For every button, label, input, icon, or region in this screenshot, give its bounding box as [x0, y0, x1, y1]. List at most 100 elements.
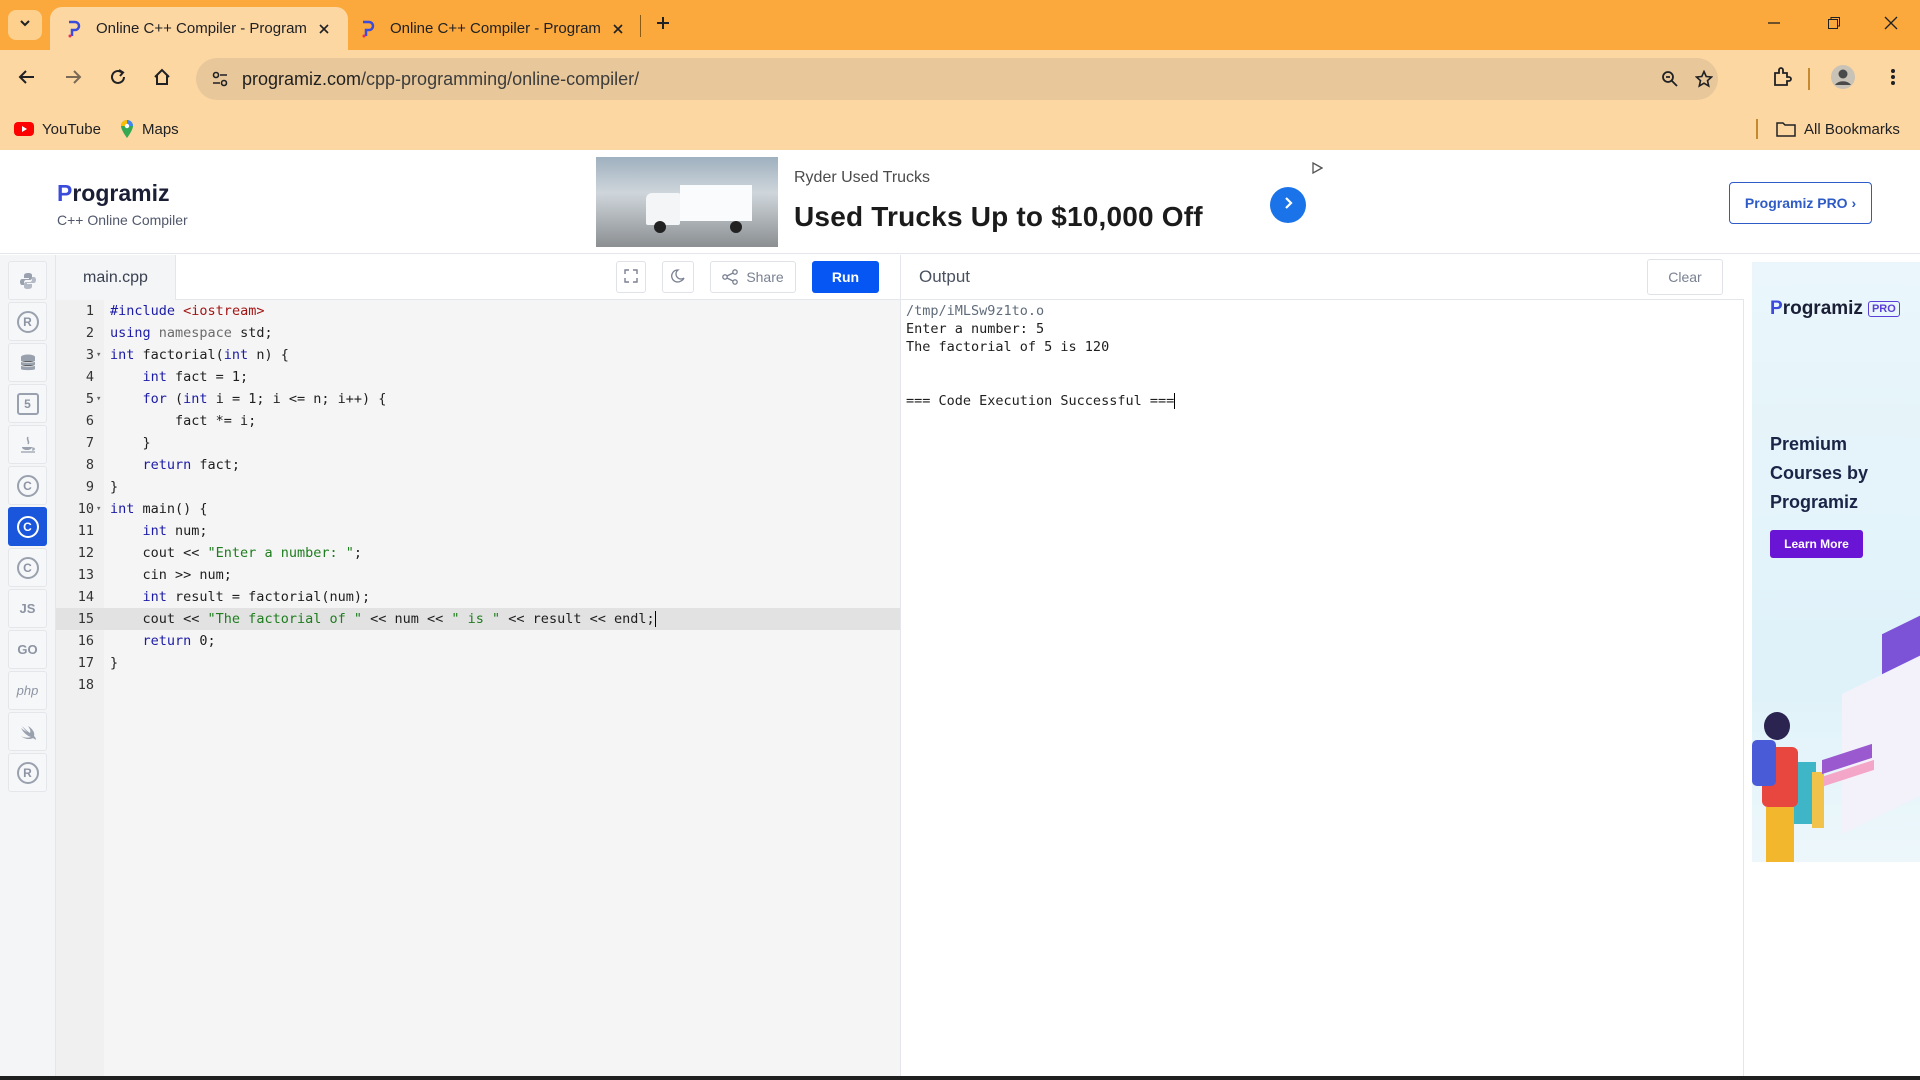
language-rust-button[interactable]: R: [8, 753, 47, 792]
ad-open-button[interactable]: [1270, 187, 1306, 223]
truck-wheel: [730, 221, 742, 233]
code-line[interactable]: 4 int fact = 1;: [56, 366, 900, 388]
folder-icon: [1776, 121, 1796, 137]
programiz-pro-button[interactable]: Programiz PRO ›: [1729, 182, 1872, 224]
close-icon[interactable]: [314, 19, 334, 39]
line-number: 9: [85, 479, 94, 495]
code-text: int main() {: [110, 501, 208, 517]
language-cpp-button[interactable]: C: [8, 507, 47, 546]
code-line[interactable]: 7 }: [56, 432, 900, 454]
adchoices-icon[interactable]: [1310, 161, 1324, 175]
code-line[interactable]: 16 return 0;: [56, 630, 900, 652]
code-line[interactable]: 10 ▾ int main() {: [56, 498, 900, 520]
profile-avatar[interactable]: [1826, 62, 1860, 96]
code-line[interactable]: 13 cin >> num;: [56, 564, 900, 586]
ad-truck-image[interactable]: [596, 157, 778, 247]
code-text: using namespace std;: [110, 325, 273, 341]
bookmark-label: Maps: [142, 120, 179, 138]
programiz-pro-promo[interactable]: Programiz PRO Premium Courses by Programi…: [1752, 262, 1920, 862]
browser-tab-bar: Online C++ Compiler - Programiz Online C…: [0, 0, 1920, 50]
programiz-logo[interactable]: Programiz: [57, 180, 169, 207]
java-icon: [20, 436, 36, 454]
bookmark-youtube[interactable]: YouTube: [14, 116, 101, 142]
bookmark-star-icon[interactable]: [1690, 65, 1718, 93]
restore-button[interactable]: [1805, 0, 1863, 50]
tab-programiz-active[interactable]: Online C++ Compiler - Programiz: [50, 7, 348, 50]
line-number: 5: [85, 391, 94, 407]
theme-toggle-button[interactable]: [662, 261, 694, 293]
language-sql-button[interactable]: [8, 343, 47, 382]
home-button[interactable]: [145, 62, 179, 96]
extensions-button[interactable]: [1765, 62, 1799, 96]
learn-more-button[interactable]: Learn More: [1770, 530, 1863, 558]
browser-menu-button[interactable]: [1876, 62, 1910, 96]
run-button[interactable]: Run: [812, 261, 879, 293]
tab-search-button[interactable]: [8, 10, 42, 40]
code-line[interactable]: 3 ▾ int factorial(int n) {: [56, 344, 900, 366]
language-csharp-button[interactable]: C: [8, 548, 47, 587]
line-number: 10: [77, 501, 94, 517]
bookmark-maps[interactable]: Maps: [120, 116, 179, 142]
line-number: 4: [85, 369, 94, 385]
share-button[interactable]: Share: [710, 261, 796, 293]
code-line[interactable]: 12 cout << "Enter a number: ";: [56, 542, 900, 564]
url-path: /cpp-programming/online-compiler/: [361, 69, 640, 89]
code-text: int result = factorial(num);: [142, 589, 371, 605]
code-text: }: [110, 435, 151, 451]
output-console[interactable]: /tmp/iMLSw9z1to.o Enter a number: 5 The …: [900, 300, 1744, 1080]
c-icon: C: [16, 474, 39, 497]
new-tab-button[interactable]: [650, 12, 676, 38]
language-go-button[interactable]: GO: [8, 630, 47, 669]
code-text: return 0;: [142, 633, 216, 649]
url-text[interactable]: programiz.com/cpp-programming/online-com…: [242, 69, 639, 90]
language-c-button[interactable]: C: [8, 466, 47, 505]
language-java-button[interactable]: [8, 425, 47, 464]
all-bookmarks[interactable]: All Bookmarks: [1776, 116, 1900, 142]
tab-title: Online C++ Compiler - Programiz: [390, 20, 600, 37]
code-editor[interactable]: 1 #include <iostream> 2 using namespace std…: [56, 300, 900, 1080]
moon-icon: [671, 268, 685, 286]
reload-button[interactable]: [101, 62, 135, 96]
close-window-button[interactable]: [1862, 0, 1920, 50]
language-sidebar: R 5 C C C JS GO php R: [0, 255, 56, 1080]
code-line[interactable]: 11 int num;: [56, 520, 900, 542]
code-text: cout << "The factorial of " << num << " …: [110, 611, 656, 627]
language-php-button[interactable]: php: [8, 671, 47, 710]
code-line[interactable]: 9}: [56, 476, 900, 498]
javascript-icon: JS: [19, 601, 36, 616]
code-line[interactable]: 14 int result = factorial(num);: [56, 586, 900, 608]
ad-headline[interactable]: Used Trucks Up to $10,000 Off: [794, 201, 1203, 233]
code-line[interactable]: 18: [56, 674, 900, 696]
language-swift-button[interactable]: [8, 712, 47, 751]
csharp-icon: C: [16, 556, 39, 579]
site-info-icon[interactable]: [206, 65, 234, 93]
file-tab-main-cpp[interactable]: main.cpp: [56, 255, 176, 300]
fold-toggle-icon[interactable]: ▾: [96, 498, 101, 520]
ad-banner[interactable]: Ryder Used Trucks Used Trucks Up to $10,…: [596, 157, 1328, 249]
clear-button[interactable]: Clear: [1647, 259, 1723, 295]
code-line[interactable]: 8 return fact;: [56, 454, 900, 476]
code-line[interactable]: 5 ▾ for (int i = 1; i <= n; i++) {: [56, 388, 900, 410]
chevron-right-icon: [1281, 196, 1295, 215]
language-javascript-button[interactable]: JS: [8, 589, 47, 628]
forward-button[interactable]: [56, 62, 90, 96]
code-line[interactable]: 1 #include <iostream>: [56, 300, 900, 322]
close-icon[interactable]: [608, 19, 628, 39]
language-r-button[interactable]: R: [8, 302, 47, 341]
back-button[interactable]: [10, 62, 44, 96]
code-line[interactable]: 2 using namespace std;: [56, 322, 900, 344]
tab-programiz-inactive[interactable]: Online C++ Compiler - Programiz: [344, 7, 642, 50]
language-html-button[interactable]: 5: [8, 384, 47, 423]
minimize-button[interactable]: [1745, 0, 1803, 50]
fold-toggle-icon[interactable]: ▾: [96, 344, 101, 366]
code-line[interactable]: 6 fact *= i;: [56, 410, 900, 432]
code-line[interactable]: 17}: [56, 652, 900, 674]
fold-toggle-icon[interactable]: ▾: [96, 388, 101, 410]
html-icon: 5: [16, 392, 39, 415]
zoom-icon[interactable]: [1656, 65, 1684, 93]
language-python-button[interactable]: [8, 261, 47, 300]
illustration-backpack: [1752, 740, 1776, 786]
code-line[interactable]: 15 cout << "The factorial of " << num <<…: [56, 608, 900, 630]
fullscreen-button[interactable]: [616, 261, 646, 293]
address-bar[interactable]: programiz.com/cpp-programming/online-com…: [196, 58, 1718, 100]
